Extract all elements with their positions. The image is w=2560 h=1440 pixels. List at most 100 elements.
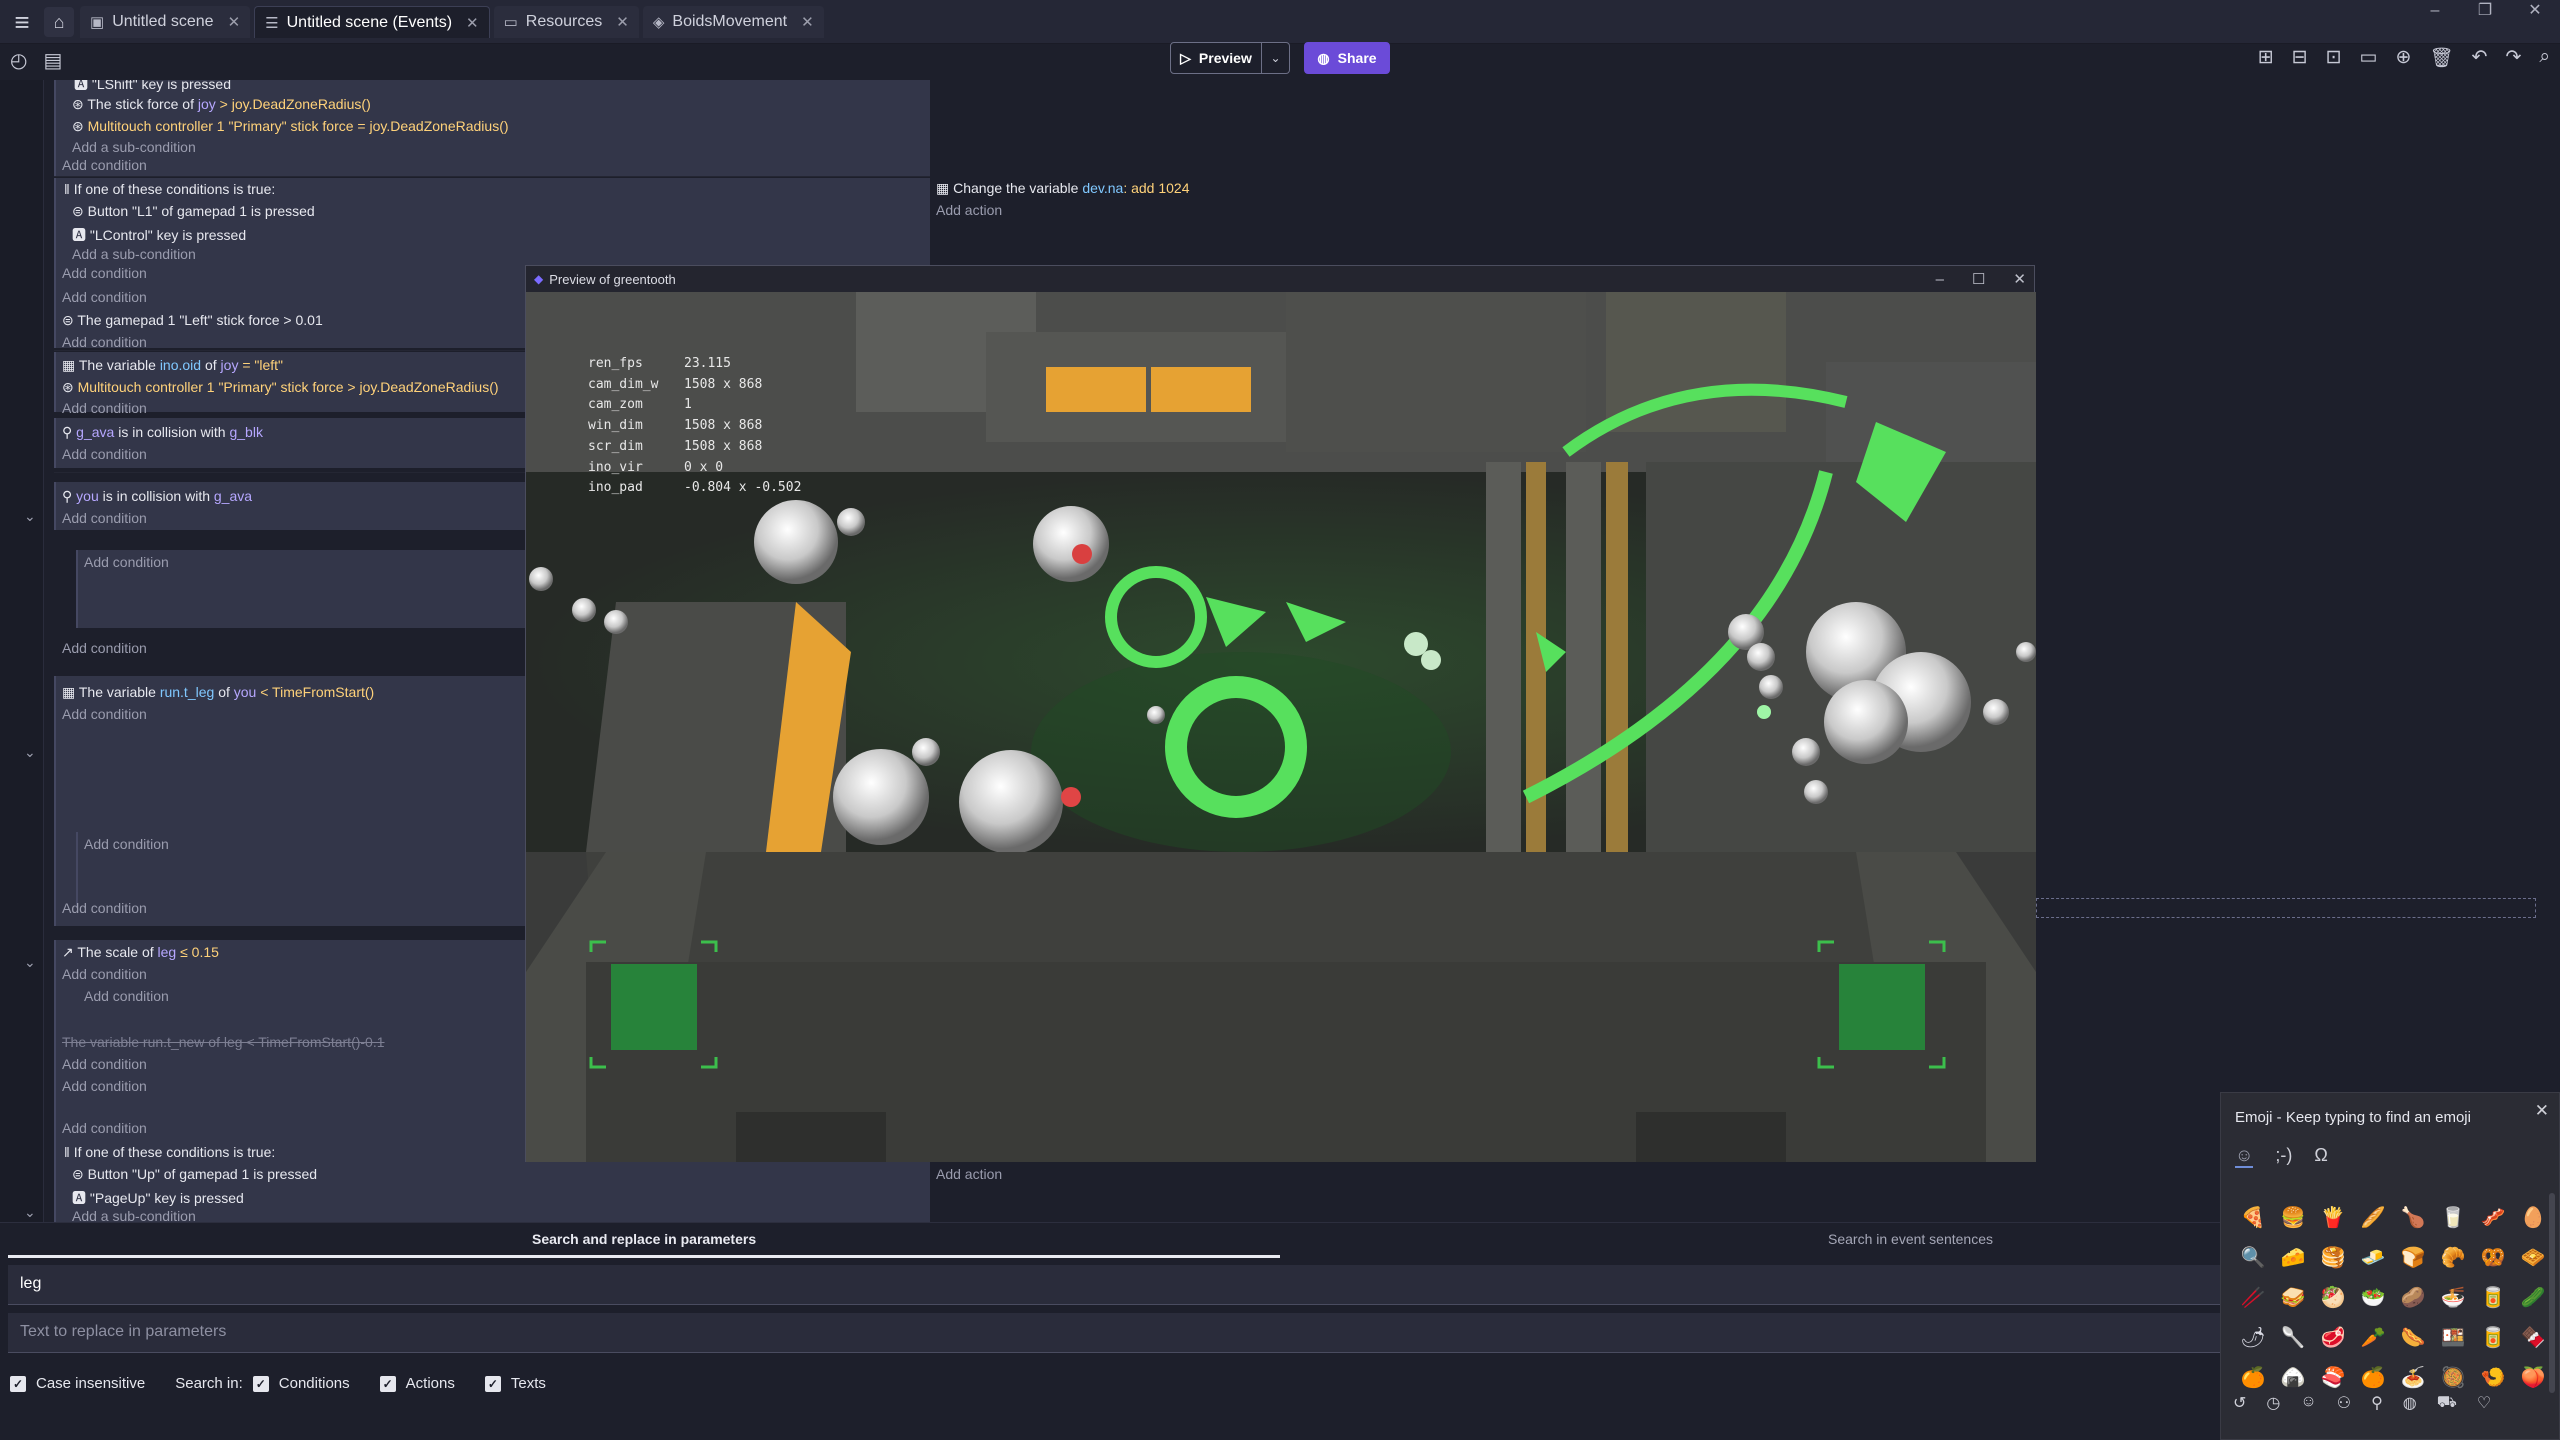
emoji-cell[interactable]: 🍕: [2233, 1197, 2273, 1237]
project-manager-icon[interactable]: ◴: [10, 48, 27, 73]
actions-checkbox[interactable]: ✓: [379, 1375, 396, 1392]
scrollbar[interactable]: [2549, 1193, 2555, 1393]
emoji-cell[interactable]: 🥔: [2393, 1277, 2433, 1317]
emoji-cell[interactable]: 🌭: [2393, 1317, 2433, 1357]
texts-checkbox[interactable]: ✓: [484, 1375, 501, 1392]
condition-text[interactable]: ▦ The variable run.t_leg of you < TimeFr…: [62, 684, 374, 701]
emoji-cell[interactable]: 🍣: [2313, 1357, 2353, 1397]
menu-icon[interactable]: ≡: [0, 0, 44, 44]
add-condition[interactable]: Add condition: [62, 900, 147, 916]
add-group-icon[interactable]: ⊡: [2326, 46, 2342, 70]
emoji-cell[interactable]: 🥪: [2273, 1277, 2313, 1317]
add-condition[interactable]: Add condition: [84, 836, 169, 852]
tab-untitled-scene[interactable]: ▣ Untitled scene ✕: [80, 6, 251, 38]
case-insensitive-checkbox[interactable]: ✓: [10, 1375, 26, 1392]
heart-icon[interactable]: ♡: [2477, 1393, 2491, 1413]
emoji-cell[interactable]: 🥐: [2433, 1237, 2473, 1277]
add-condition[interactable]: Add condition: [62, 1078, 147, 1094]
minimize-icon[interactable]: –: [1936, 271, 1944, 288]
redo-icon[interactable]: ↷: [2505, 46, 2521, 70]
emoji-cell[interactable]: 🧇: [2513, 1237, 2553, 1277]
add-condition[interactable]: Add condition: [62, 157, 147, 173]
add-condition[interactable]: Add condition: [84, 988, 169, 1004]
add-subevent-icon[interactable]: ⊟: [2292, 46, 2308, 70]
add-condition[interactable]: Add condition: [62, 334, 147, 350]
tab-boidsmovement[interactable]: ◈ BoidsMovement ✕: [642, 6, 824, 38]
condition-text[interactable]: ⊜ Button "Up" of gamepad 1 is pressed: [72, 1166, 317, 1183]
collapse-icon[interactable]: ⌄: [24, 508, 36, 525]
emoji-cell[interactable]: 🥘: [2433, 1357, 2473, 1397]
minimize-icon[interactable]: –: [2410, 0, 2460, 22]
vehicle-icon[interactable]: ⛟: [2437, 1393, 2457, 1413]
emoji-cell[interactable]: 🥫: [2473, 1277, 2513, 1317]
emoji-cell[interactable]: 🥫: [2473, 1317, 2513, 1357]
close-icon[interactable]: ✕: [2535, 1101, 2549, 1121]
condition-text[interactable]: ⚲ you is in collision with g_ava: [62, 488, 252, 505]
condition-text[interactable]: ▦ The variable ino.oid of joy = "left": [62, 357, 283, 374]
tab-kaomoji[interactable]: ;-): [2275, 1145, 2292, 1168]
emoji-cell[interactable]: 🥚: [2513, 1197, 2553, 1237]
emoji-cell[interactable]: 🥛: [2433, 1197, 2473, 1237]
add-sub-condition[interactable]: Add a sub-condition: [72, 139, 196, 155]
emoji-cell[interactable]: 🥖: [2353, 1197, 2393, 1237]
close-icon[interactable]: ✕: [801, 13, 814, 31]
preview-dropdown[interactable]: ⌄: [1262, 42, 1290, 74]
add-condition[interactable]: Add condition: [62, 510, 147, 526]
magnifier-icon[interactable]: ⚲: [2371, 1393, 2383, 1413]
emoji-cell[interactable]: 🍊: [2353, 1357, 2393, 1397]
replace-input[interactable]: Text to replace in parameters: [8, 1313, 2220, 1353]
emoji-cell[interactable]: 🍙: [2273, 1357, 2313, 1397]
close-icon[interactable]: ✕: [228, 13, 241, 31]
emoji-cell[interactable]: 🧈: [2353, 1237, 2393, 1277]
condition-text[interactable]: 🅰 "LControl" key is pressed: [72, 225, 246, 245]
add-icon[interactable]: ⊕: [2395, 46, 2411, 70]
maximize-icon[interactable]: ☐: [1972, 270, 1985, 288]
add-condition[interactable]: Add condition: [62, 400, 147, 416]
emoji-cell[interactable]: 🍤: [2473, 1357, 2513, 1397]
condition-text[interactable]: ⊛ Multitouch controller 1 "Primary" stic…: [62, 379, 499, 396]
recent-icon[interactable]: ↺: [2233, 1393, 2246, 1413]
undo-icon[interactable]: ↶: [2472, 46, 2488, 70]
add-condition[interactable]: Add condition: [62, 966, 147, 982]
tab-symbols[interactable]: Ω: [2314, 1145, 2327, 1168]
smiley-icon[interactable]: ☺: [2300, 1393, 2316, 1413]
close-icon[interactable]: ✕: [616, 13, 629, 31]
add-condition[interactable]: Add condition: [62, 706, 147, 722]
emoji-cell[interactable]: 🔍: [2233, 1237, 2273, 1277]
emoji-cell[interactable]: 🍞: [2393, 1237, 2433, 1277]
collapse-icon[interactable]: ⌄: [24, 744, 36, 761]
food-icon[interactable]: ◍: [2403, 1393, 2417, 1413]
emoji-cell[interactable]: 🌶: [2233, 1317, 2273, 1357]
close-icon[interactable]: ✕: [466, 14, 479, 32]
emoji-cell[interactable]: 🍗: [2393, 1197, 2433, 1237]
emoji-cell[interactable]: 🍝: [2393, 1357, 2433, 1397]
emoji-cell[interactable]: 🍫: [2513, 1317, 2553, 1357]
disabled-condition-text[interactable]: The variable run.t_new of leg < TimeFrom…: [62, 1034, 385, 1050]
tab-emoji[interactable]: ☺: [2235, 1145, 2254, 1168]
emoji-cell[interactable]: 🧀: [2273, 1237, 2313, 1277]
or-condition-title[interactable]: ‖ If one of these conditions is true:: [64, 181, 275, 197]
emoji-cell[interactable]: 🍑: [2513, 1357, 2553, 1397]
emoji-cell[interactable]: 🥕: [2353, 1317, 2393, 1357]
action-text[interactable]: ▦ Change the variable dev.na: add 1024: [936, 180, 1190, 197]
search-input[interactable]: leg: [8, 1265, 2220, 1305]
emoji-cell[interactable]: 🍱: [2433, 1317, 2473, 1357]
game-canvas[interactable]: ren_fps 23.115 cam_dim_w 1508 x 868 cam_zo…: [526, 292, 2036, 1162]
add-condition[interactable]: Add condition: [62, 446, 147, 462]
collapse-icon[interactable]: ⌄: [24, 1204, 36, 1221]
share-button[interactable]: ◍ Share: [1304, 42, 1390, 74]
restore-icon[interactable]: ❐: [2460, 0, 2510, 22]
condition-text[interactable]: ↗ The scale of leg ≤ 0.15: [62, 944, 219, 961]
emoji-cell[interactable]: 🥞: [2313, 1237, 2353, 1277]
emoji-cell[interactable]: 🍟: [2313, 1197, 2353, 1237]
tab-resources[interactable]: ▭ Resources ✕: [493, 6, 639, 38]
delete-icon[interactable]: 🗑: [2429, 46, 2453, 70]
preview-button[interactable]: ▷ Preview: [1170, 42, 1262, 74]
emoji-cell[interactable]: 🍜: [2433, 1277, 2473, 1317]
collapse-icon[interactable]: ⌄: [24, 954, 36, 971]
add-condition[interactable]: Add condition: [62, 1056, 147, 1072]
emoji-cell[interactable]: 🥗: [2353, 1277, 2393, 1317]
notifications-icon[interactable]: ▤: [43, 48, 62, 73]
emoji-cell[interactable]: 🥙: [2313, 1277, 2353, 1317]
condition-text[interactable]: ⊜ The gamepad 1 "Left" stick force > 0.0…: [62, 312, 323, 329]
